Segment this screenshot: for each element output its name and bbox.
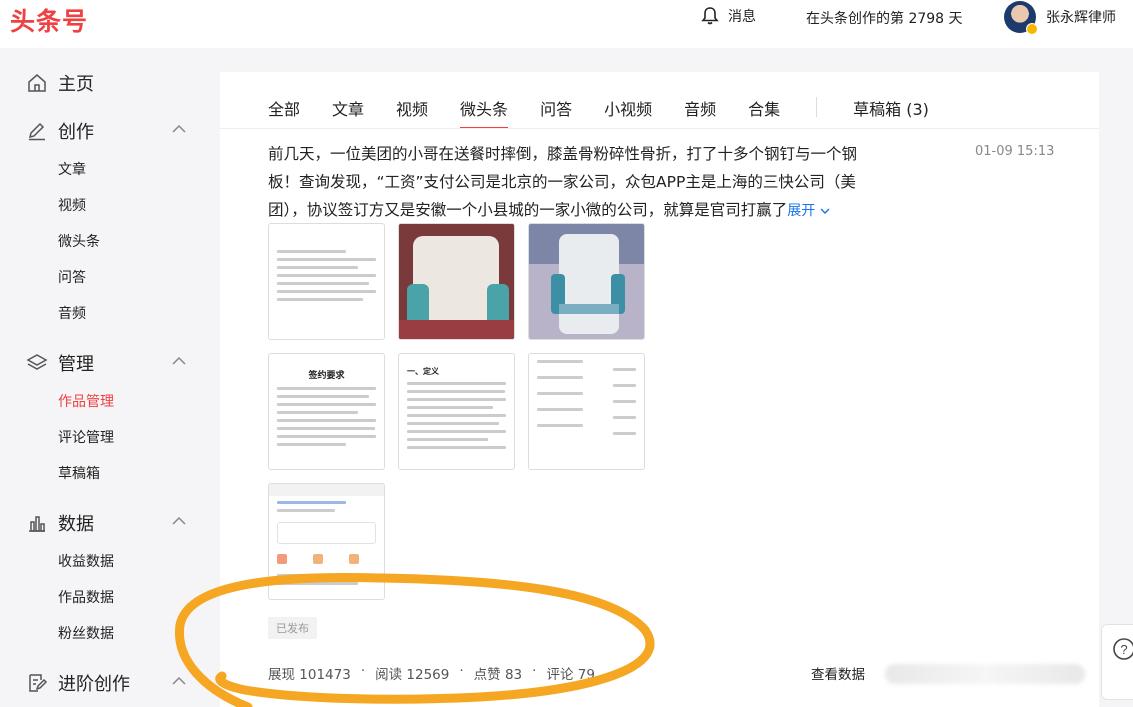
content-tabs: 全部 文章 视频 微头条 问答 小视频 音频 合集 草稿箱 (3) [268,96,961,129]
post-text[interactable]: 前几天，一位美团的小哥在送餐时摔倒，膝盖骨粉碎性骨折，打了十多个钢钉与一个钢板！… [268,140,868,225]
avatar[interactable] [1004,1,1038,35]
tab-article[interactable]: 文章 [332,96,364,128]
svg-text:?: ? [1120,642,1127,657]
sidebar-item-home[interactable]: 主页 [26,70,186,96]
home-icon [26,72,48,94]
sidebar-item-works-data[interactable]: 作品数据 [58,587,114,607]
content-card: 全部 文章 视频 微头条 问答 小视频 音频 合集 草稿箱 (3) 前几天，一位… [220,72,1099,707]
bar-chart-icon [26,512,48,534]
messages-button[interactable]: 消息 [700,6,756,26]
sidebar-item-drafts[interactable]: 草稿箱 [58,463,100,483]
sidebar-group-label: 管理 [58,354,94,375]
tab-video[interactable]: 视频 [396,96,428,128]
separator-dot: · [459,663,464,679]
sidebar-item-article[interactable]: 文章 [58,159,86,179]
doc-heading: 一、定义 [407,367,439,376]
post-stats: 展现 101473 · 阅读 12569 · 点赞 83 · 评论 79 [268,663,595,683]
chevron-up-icon[interactable] [172,356,186,366]
top-bar: 头条号 消息 在头条创作的第 2798 天 张永辉律师 [0,0,1133,48]
toutiao-logo[interactable]: 头条号 [10,2,88,38]
messages-label: 消息 [728,9,756,25]
sidebar-item-audio[interactable]: 音频 [58,303,86,323]
tab-qa[interactable]: 问答 [540,96,572,128]
chevron-up-icon[interactable] [172,676,186,686]
sidebar-group-label: 进阶创作 [58,674,130,695]
expand-link[interactable]: 展开 [787,203,830,219]
sidebar-group-manage[interactable]: 管理 [26,350,186,376]
blurred-actions [885,664,1085,684]
stat-impressions: 展现 101473 [268,667,351,683]
image-thumb-definitions-doc[interactable]: 一、定义 [398,353,515,470]
doc-title: 签约要求 [308,371,345,381]
tabs-divider [220,128,1099,129]
sidebar-group-label: 创作 [58,122,94,143]
chevron-up-icon[interactable] [172,124,186,134]
separator-dot: · [532,663,537,679]
document-edit-icon [26,672,48,694]
image-thumb-app-screen[interactable] [268,483,385,600]
image-thumb-payment-list[interactable] [528,353,645,470]
help-widget[interactable]: ? [1101,624,1133,700]
help-icon: ? [1113,638,1133,660]
tab-micro-post[interactable]: 微头条 [460,96,509,129]
separator-dot: · [360,663,366,679]
chevron-down-icon [820,208,830,214]
verified-badge-icon [1026,23,1038,35]
creation-days: 在头条创作的第 2798 天 [806,11,963,27]
sidebar-group-data[interactable]: 数据 [26,510,186,536]
bell-icon [701,7,719,25]
sidebar-group-label: 数据 [58,514,94,535]
image-thumb-agreement-doc[interactable]: 签约要求 [268,353,385,470]
sidebar-item-qa[interactable]: 问答 [58,267,86,287]
sidebar-item-fans-data[interactable]: 粉丝数据 [58,623,114,643]
tab-audio[interactable]: 音频 [684,96,716,128]
knee-brace-photo [399,224,514,339]
stat-likes: 点赞 83 [473,667,523,683]
tab-collection[interactable]: 合集 [748,96,780,128]
tab-drafts[interactable]: 草稿箱 (3) [853,96,929,128]
sidebar: 主页 创作 文章 视频 微头条 问答 音频 管理 作品管理 评论管理 草稿箱 数… [0,48,205,707]
image-thumb-receipt[interactable] [268,223,385,340]
user-menu[interactable]: 张永辉律师 [1004,1,1116,35]
stat-reads: 阅读 12569 [375,667,450,683]
view-data-button[interactable]: 查看数据 [811,663,865,683]
layers-icon [26,352,48,374]
image-thumb-knee-brace-1[interactable] [398,223,515,340]
sidebar-item-works-manage[interactable]: 作品管理 [58,391,114,411]
post-time: 01-09 15:13 [975,144,1055,159]
edit-icon [26,120,48,142]
tab-short-video[interactable]: 小视频 [604,96,652,128]
username: 张永辉律师 [1046,10,1116,26]
sidebar-item-comments-manage[interactable]: 评论管理 [58,427,114,447]
knee-brace-photo [529,224,644,339]
image-thumb-knee-brace-2[interactable] [528,223,645,340]
stat-comments: 评论 79 [546,667,595,683]
sidebar-item-micro-post[interactable]: 微头条 [58,231,100,251]
post-body: 前几天，一位美团的小哥在送餐时摔倒，膝盖骨粉碎性骨折，打了十多个钢钉与一个钢板！… [268,145,858,219]
sidebar-group-advanced[interactable]: 进阶创作 [26,670,186,696]
status-badge: 已发布 [268,617,317,639]
chevron-up-icon[interactable] [172,516,186,526]
sidebar-item-income-data[interactable]: 收益数据 [58,551,114,571]
sidebar-group-create[interactable]: 创作 [26,118,186,144]
tab-divider [816,97,818,117]
expand-label: 展开 [787,203,816,219]
tab-all[interactable]: 全部 [268,96,300,128]
sidebar-item-label: 主页 [58,74,94,95]
sidebar-item-video[interactable]: 视频 [58,195,86,215]
